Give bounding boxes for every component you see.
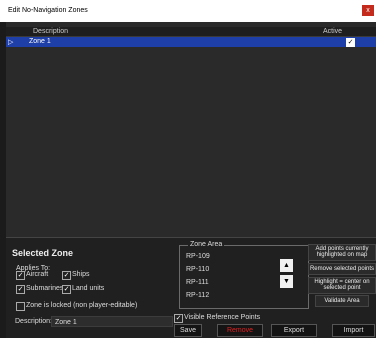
list-item[interactable]: RP-110 xyxy=(186,266,209,273)
zone-locked-checkbox[interactable] xyxy=(16,302,25,311)
list-item[interactable]: RP-109 xyxy=(186,253,210,260)
import-button[interactable]: Import xyxy=(332,324,375,337)
column-header-active[interactable]: Active xyxy=(323,28,342,35)
grid-header: Description Active xyxy=(6,27,376,37)
window-titlebar: Edit No-Navigation Zones x xyxy=(0,0,376,22)
table-row[interactable]: ▷ Zone 1 ✓ xyxy=(6,37,376,47)
submarines-checkbox[interactable]: ✓ xyxy=(16,285,25,294)
land-units-label: Land units xyxy=(72,285,105,292)
visible-ref-points-checkbox[interactable]: ✓ xyxy=(174,314,183,323)
zone-area-legend: Zone Area xyxy=(188,241,225,248)
selected-zone-heading: Selected Zone xyxy=(12,248,74,258)
aircraft-label: Aircraft xyxy=(26,271,49,278)
zone-locked-label: Zone is locked (non player-editable) xyxy=(26,302,138,309)
window-title: Edit No-Navigation Zones xyxy=(8,7,88,14)
row-description[interactable]: Zone 1 xyxy=(29,38,51,45)
list-item[interactable]: RP-111 xyxy=(186,279,209,286)
selected-zone-panel: Selected Zone Applies To: ✓ Aircraft ✓ S… xyxy=(6,237,376,338)
close-button[interactable]: x xyxy=(362,5,374,16)
add-points-button[interactable]: Add points currently highlighted on map xyxy=(308,244,376,261)
ships-label: Ships xyxy=(72,271,90,278)
aircraft-checkbox[interactable]: ✓ xyxy=(16,271,25,280)
column-header-description[interactable]: Description xyxy=(33,28,68,35)
submarines-label: Submarines xyxy=(26,285,64,292)
highlight-button[interactable]: Highlight = center on selected point xyxy=(308,277,376,294)
row-active-checkbox[interactable]: ✓ xyxy=(346,38,355,47)
move-down-button[interactable]: ▼ xyxy=(280,275,293,288)
description-input[interactable]: Zone 1 xyxy=(51,316,173,327)
remove-points-button[interactable]: Remove selected points xyxy=(308,263,376,275)
land-units-checkbox[interactable]: ✓ xyxy=(62,285,71,294)
description-label: Description: xyxy=(15,318,52,325)
zones-grid: Description Active ▷ Zone 1 ✓ xyxy=(6,22,376,237)
export-button[interactable]: Export xyxy=(271,324,317,337)
visible-ref-points-label: Visible Reference Points xyxy=(184,314,261,321)
validate-area-button[interactable]: Validate Area xyxy=(315,295,369,307)
row-indicator-icon: ▷ xyxy=(8,39,14,46)
move-up-button[interactable]: ▲ xyxy=(280,259,293,272)
list-item[interactable]: RP-112 xyxy=(186,292,209,299)
zone-area-group: Zone Area RP-109 RP-110 RP-111 RP-112 ▲ … xyxy=(179,241,309,309)
remove-button[interactable]: Remove xyxy=(217,324,263,337)
ships-checkbox[interactable]: ✓ xyxy=(62,271,71,280)
save-button[interactable]: Save xyxy=(174,324,202,337)
